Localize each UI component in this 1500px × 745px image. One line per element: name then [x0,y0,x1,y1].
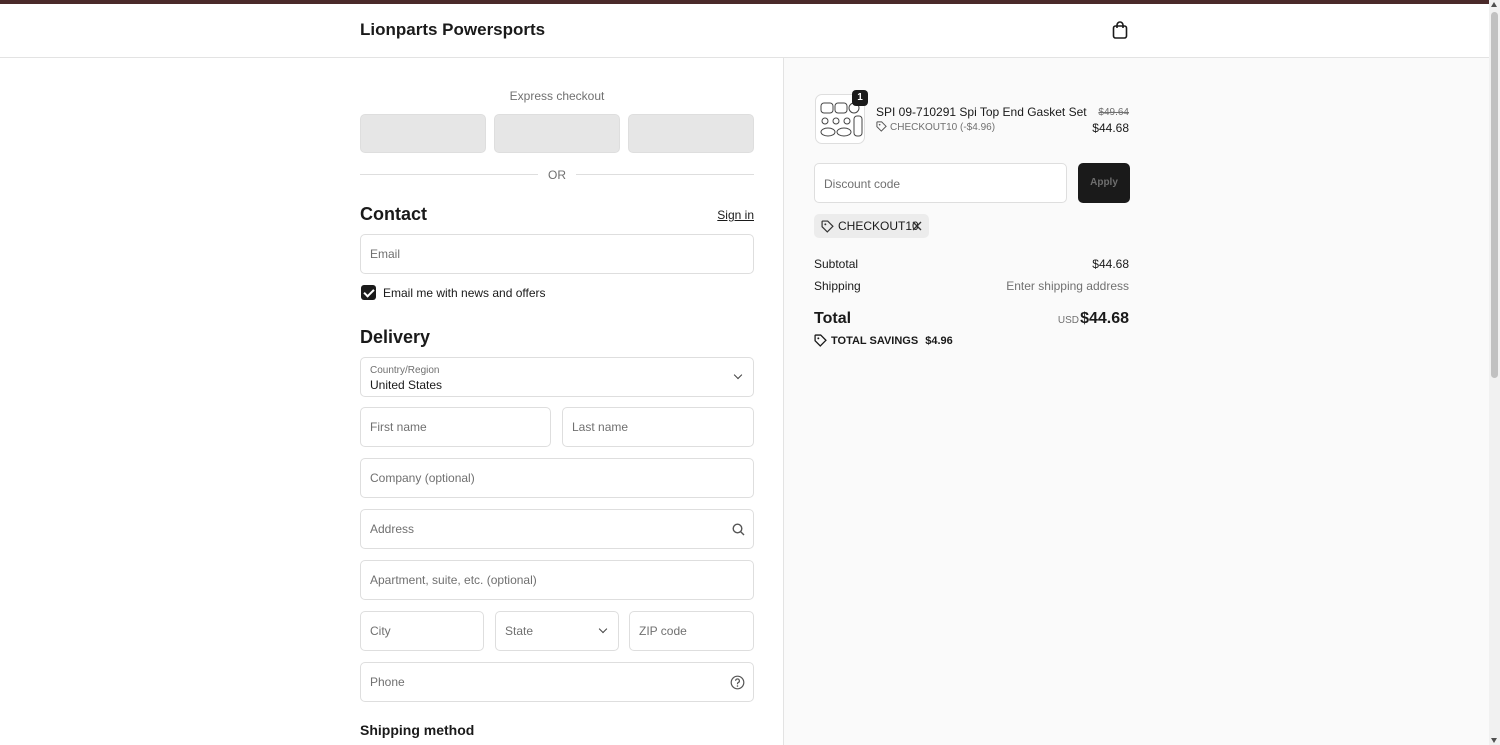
express-checkout-label: Express checkout [509,89,605,103]
shipping-label: Shipping [814,279,861,293]
scroll-down-arrow-icon[interactable] [1491,738,1497,743]
contact-title: Contact [360,204,427,224]
total-currency: USD [1057,315,1079,326]
product-discount-text: CHECKOUT10 (-$4.96) [890,122,996,133]
delivery-title: Delivery [360,327,431,347]
total-value: $44.68 [1080,310,1129,327]
last-name-field[interactable]: Last name [562,407,754,447]
zip-field[interactable]: ZIP code [629,611,754,651]
subtotal-value: $44.68 [1092,257,1129,271]
last-name-placeholder: Last name [572,420,629,434]
savings-label: TOTAL SAVINGS [831,335,919,347]
express-pay-button-1[interactable] [360,114,486,153]
scroll-up-arrow-icon[interactable] [1491,2,1497,7]
city-placeholder: City [370,624,391,638]
first-name-field[interactable]: First name [360,407,551,447]
chevron-down-icon [733,370,743,380]
product-discount: CHECKOUT10 (-$4.96) [876,121,995,133]
discount-placeholder: Discount code [824,177,901,191]
sign-in-link[interactable]: Sign in [717,208,754,222]
newsletter-checkbox[interactable] [361,285,376,300]
store-name[interactable]: Lionparts Powersports [360,20,545,40]
company-field[interactable]: Company (optional) [360,458,754,498]
applied-code: CHECKOUT10 [838,219,919,233]
address-field[interactable]: Address [360,509,754,549]
country-select[interactable]: Country/Region United States [360,357,754,397]
state-select[interactable]: State [495,611,619,651]
tag-icon [876,121,887,132]
or-divider: OR [360,167,754,183]
state-placeholder: State [505,624,534,638]
header: Lionparts Powersports [0,4,1489,58]
tag-icon [814,334,827,347]
country-label: Country/Region [370,365,440,376]
apartment-placeholder: Apartment, suite, etc. (optional) [370,573,537,587]
applied-discount-chip: CHECKOUT10 [814,214,929,238]
express-pay-button-2[interactable] [494,114,620,153]
order-summary-panel [783,58,1489,745]
subtotal-label: Subtotal [814,257,859,271]
phone-field[interactable]: Phone [360,662,754,702]
item-price: $44.68 [1092,121,1129,135]
first-name-placeholder: First name [370,420,427,434]
newsletter-label: Email me with news and offers [383,286,546,300]
quantity-badge: 1 [852,90,868,106]
product-title: SPI 09-710291 Spi Top End Gasket Set [876,105,1087,119]
phone-placeholder: Phone [370,675,405,689]
address-placeholder: Address [370,522,415,536]
company-placeholder: Company (optional) [370,471,475,485]
express-pay-button-3[interactable] [628,114,754,153]
page-scrollbar[interactable] [1489,0,1500,745]
shipping-value: Enter shipping address [1006,279,1129,293]
apartment-field[interactable]: Apartment, suite, etc. (optional) [360,560,754,600]
country-value: United States [370,378,443,392]
apply-button[interactable]: Apply [1078,163,1130,203]
total-label: Total [814,310,852,327]
email-placeholder: Email [370,247,401,261]
original-price: $49.64 [1098,107,1129,118]
help-icon[interactable] [730,675,745,690]
or-text: OR [548,168,566,182]
shipping-method-title: Shipping method [360,722,475,738]
total-savings: TOTAL SAVINGS $4.96 [814,334,953,347]
email-field[interactable]: Email [360,234,754,274]
shopping-bag-icon[interactable] [1110,20,1130,40]
tag-icon [821,220,834,233]
zip-placeholder: ZIP code [639,624,687,638]
search-icon [732,523,745,536]
savings-value: $4.96 [925,335,953,347]
chevron-down-icon [598,624,608,634]
discount-code-field[interactable]: Discount code [814,163,1067,203]
scroll-thumb[interactable] [1491,12,1498,378]
city-field[interactable]: City [360,611,484,651]
remove-discount-icon[interactable] [911,220,923,232]
